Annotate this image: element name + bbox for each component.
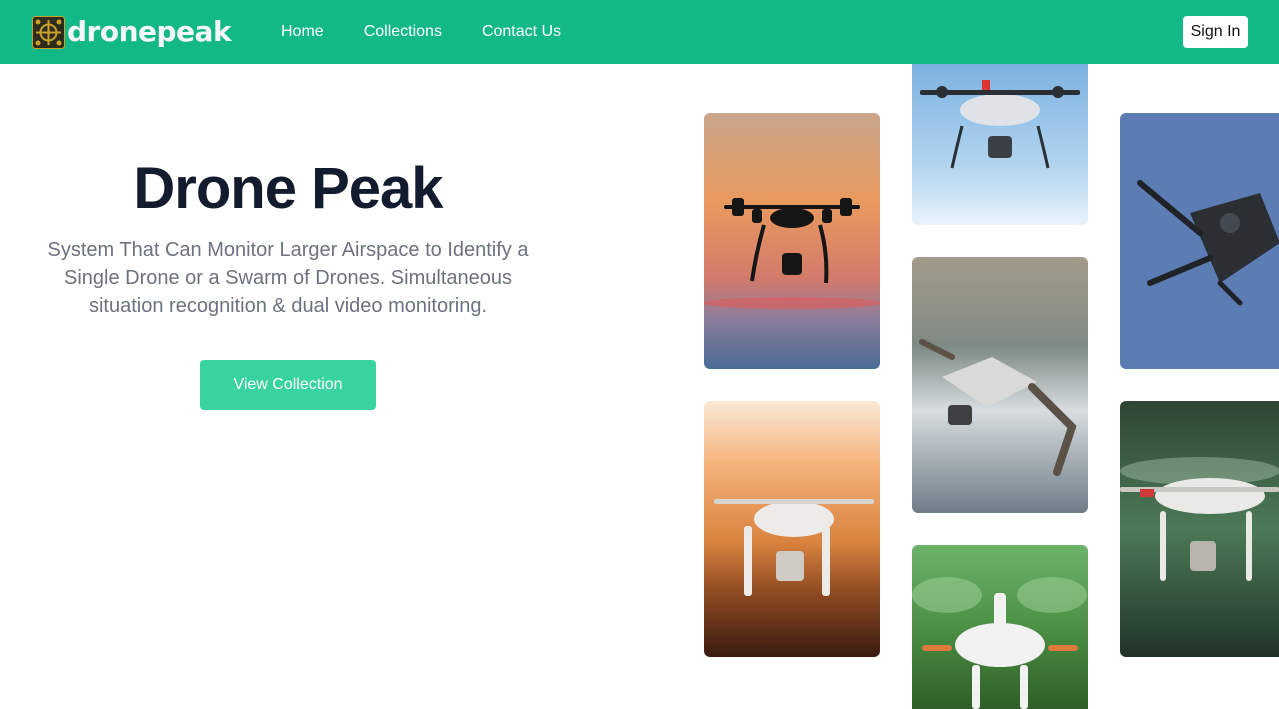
gallery-image-sky-drone[interactable] bbox=[912, 40, 1088, 225]
nav-contact-link[interactable]: Contact Us bbox=[482, 0, 561, 64]
view-collection-button[interactable]: View Collection bbox=[200, 360, 376, 410]
gallery-image-blue-sky-drone[interactable] bbox=[1120, 113, 1279, 369]
drone-photo-image bbox=[1120, 401, 1279, 657]
gallery-image-sunset-drone[interactable] bbox=[704, 113, 880, 369]
drone-photo-image bbox=[1120, 113, 1279, 369]
gallery-image-golden-drone[interactable] bbox=[704, 401, 880, 657]
drone-photo-image bbox=[912, 545, 1088, 709]
gallery-image-green-drone[interactable] bbox=[912, 545, 1088, 709]
drone-photo-image bbox=[912, 257, 1088, 513]
drone-photo-image bbox=[704, 113, 880, 369]
hero-title: Drone Peak bbox=[133, 156, 443, 221]
nav-collections-link[interactable]: Collections bbox=[364, 0, 442, 64]
dronepeak-logo-icon bbox=[32, 15, 65, 49]
drone-photo-image bbox=[912, 40, 1088, 225]
drone-photo-image bbox=[704, 401, 880, 657]
brand-name: dronepeak bbox=[67, 15, 232, 48]
gallery-image-forest-drone[interactable] bbox=[1120, 401, 1279, 657]
top-navbar: dronepeak Home Collections Contact Us Si… bbox=[0, 0, 1279, 64]
hero-description: System That Can Monitor Larger Airspace … bbox=[47, 239, 529, 317]
nav-home-link[interactable]: Home bbox=[281, 0, 324, 64]
main-nav: Home Collections Contact Us bbox=[281, 0, 601, 64]
brand-logo-link[interactable]: dronepeak bbox=[32, 15, 232, 49]
gallery-image-compact-drone[interactable] bbox=[912, 257, 1088, 513]
sign-in-button[interactable]: Sign In bbox=[1183, 16, 1248, 48]
